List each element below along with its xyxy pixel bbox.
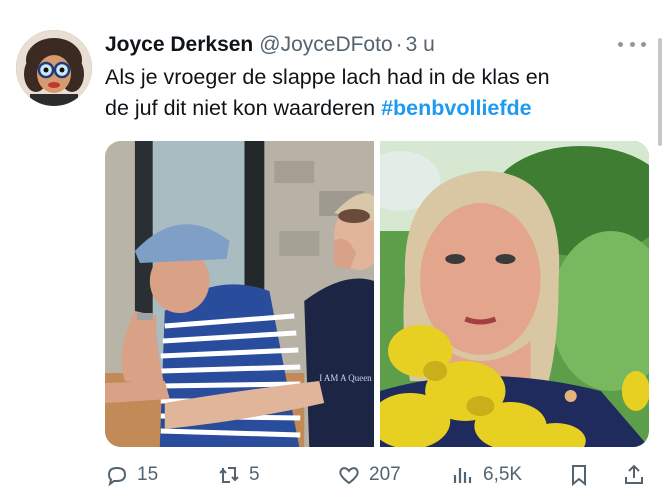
share-button[interactable] (622, 463, 646, 487)
tweet-text-line-1: Als je vroeger de slappe lach had in de … (105, 65, 550, 89)
reply-count: 15 (137, 464, 159, 485)
like-count: 207 (369, 464, 401, 485)
retweet-button[interactable]: 5 (217, 463, 260, 487)
more-icon[interactable] (618, 36, 646, 52)
shirt-text: I AM A Queen (319, 373, 372, 383)
more-dot (641, 41, 646, 47)
action-bar: 15 5 207 6,5K (105, 458, 653, 492)
views-count: 6,5K (483, 464, 523, 485)
share-icon (625, 464, 643, 484)
tweet[interactable]: Joyce Derksen @JoyceDFoto · 3 u Als je v… (0, 0, 664, 500)
more-dot (618, 41, 623, 47)
views-icon (453, 468, 472, 483)
tweet-text-line-2: de juf dit niet kon waarderen (105, 96, 382, 120)
scrollbar[interactable] (658, 38, 662, 146)
photo-left[interactable]: I AM A Queen (105, 141, 374, 447)
avatar[interactable] (16, 30, 92, 106)
photo-right[interactable] (380, 141, 649, 447)
retweet-icon (219, 467, 239, 483)
like-icon (339, 467, 359, 485)
retweet-count: 5 (249, 464, 260, 485)
reply-button[interactable]: 15 (105, 463, 158, 487)
hashtag-link[interactable]: #benbvolliefde (381, 96, 532, 120)
author-handle[interactable]: @JoyceDFoto (259, 33, 392, 57)
author-name[interactable]: Joyce Derksen (105, 33, 253, 57)
tweet-media[interactable]: I AM A Queen (105, 141, 649, 447)
reply-icon (107, 466, 127, 487)
more-dot (629, 41, 635, 47)
like-button[interactable]: 207 (337, 463, 401, 487)
bookmark-button[interactable] (567, 463, 591, 487)
tweet-text: Als je vroeger de slappe lach had in de … (105, 62, 645, 124)
bookmark-icon (572, 465, 586, 487)
tweet-header: Joyce Derksen @JoyceDFoto · 3 u (105, 32, 644, 58)
timestamp[interactable]: 3 u (406, 33, 435, 57)
views-button[interactable]: 6,5K (451, 463, 522, 487)
separator: · (395, 33, 403, 56)
